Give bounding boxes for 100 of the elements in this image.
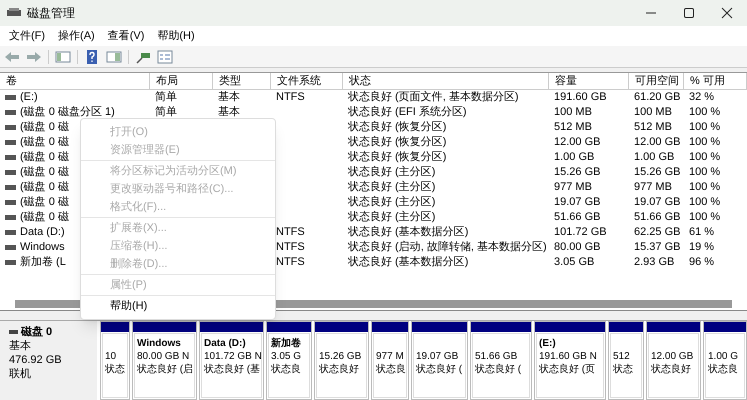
partition-detail: 状态良好 (启 — [137, 363, 194, 376]
window-title: 磁盘管理 — [27, 5, 75, 22]
partition-block[interactable]: Windows 80.00 GB N 状态良好 (启 — [132, 321, 197, 400]
table-cell-text: 状态良好 (恢复分区) — [348, 120, 446, 136]
maximize-icon[interactable] — [683, 7, 695, 19]
table-cell-text: NTFS — [276, 90, 305, 106]
table-cell-text: 3.05 GB — [554, 255, 594, 270]
column-header[interactable]: % 可用 — [684, 73, 747, 90]
partition-block[interactable]: 新加卷 3.05 G 状态良 — [266, 321, 312, 400]
table-cell-text: 62.25 GB — [634, 225, 680, 240]
table-cell-text: Windows — [20, 240, 65, 256]
table-cell-text: 状态良好 (主分区) — [348, 164, 436, 180]
partition-detail: 80.00 GB N — [137, 350, 190, 363]
help-icon[interactable] — [84, 48, 100, 64]
partition-detail: 状态 — [613, 363, 634, 376]
partition-title: 新加卷 — [271, 337, 302, 350]
disk-management-icon — [7, 8, 21, 18]
menu-item[interactable]: 操作(A) — [58, 28, 95, 44]
partition-detail: 19.07 GB — [416, 350, 460, 363]
partition-header-bar — [704, 322, 746, 332]
partition-block[interactable]: 15.26 GB 状态良好 — [314, 321, 369, 400]
partition-block[interactable]: 12.00 GB 状态良好 — [646, 321, 701, 400]
partition-detail: 12.00 GB — [651, 350, 694, 363]
column-header[interactable]: 状态 — [343, 73, 549, 90]
partition-header-bar — [133, 322, 196, 332]
menu-item[interactable]: 查看(V) — [108, 28, 144, 44]
partition-detail: 状态 — [105, 363, 126, 376]
table-cell-text: 100 % — [689, 195, 720, 210]
partition-block[interactable]: 10 状态 — [100, 321, 130, 400]
panel-icon[interactable] — [106, 48, 122, 64]
partition-detail: 状态良好 ( — [475, 363, 522, 376]
table-cell-text: 977 MB — [634, 180, 672, 196]
table-cell-text: 19.07 GB — [634, 195, 680, 210]
table-cell-text: 100 MB — [634, 105, 672, 120]
partition-detail: 状态良好 (页 — [539, 363, 596, 376]
partition-block[interactable]: 977 M 状态良 — [371, 321, 409, 400]
table-cell-text: (磁盘 0 磁 — [20, 195, 69, 210]
table-cell-text: 51.66 GB — [554, 210, 600, 226]
table-cell-text: 基本 — [218, 105, 240, 120]
table-cell-text: 新加卷 (L — [20, 254, 66, 270]
table-cell-text: 状态良好 (主分区) — [348, 210, 436, 226]
disk-size: 476.92 GB — [9, 353, 63, 367]
disk-name: 磁盘 0 — [21, 325, 52, 339]
column-header[interactable]: 布局 — [150, 73, 213, 90]
column-header[interactable]: 可用空间 — [629, 73, 684, 90]
panel-icon[interactable] — [55, 48, 71, 64]
partition-block[interactable]: 512 状态 — [608, 321, 644, 400]
drive-icon — [5, 95, 16, 100]
close-icon[interactable] — [721, 7, 733, 19]
menu-item[interactable]: 帮助(H) — [81, 297, 275, 315]
partition-detail: 977 M — [376, 350, 405, 363]
partition-block[interactable]: 1.00 G 状态良 — [703, 321, 747, 400]
table-cell-text: 2.93 GB — [634, 255, 674, 270]
table-cell-text: 61 % — [689, 225, 714, 240]
partition-block[interactable]: 19.07 GB 状态良好 ( — [411, 321, 468, 400]
menu-item[interactable]: 文件(F) — [9, 28, 46, 44]
table-cell-text: 12.00 GB — [634, 135, 680, 150]
table-cell-text: NTFS — [276, 225, 305, 240]
partition-block[interactable]: 51.66 GB 状态良好 ( — [470, 321, 532, 400]
partition-header-bar — [372, 322, 408, 332]
disk-type: 基本 — [9, 339, 32, 353]
table-cell-text: (磁盘 0 磁 — [20, 210, 69, 226]
partition-header-bar — [471, 322, 531, 332]
table-cell-text: 100 % — [689, 180, 720, 196]
partition-detail: 512 — [613, 350, 631, 363]
drive-icon — [5, 230, 16, 235]
table-cell-text: 状态良好 (EFI 系统分区) — [348, 104, 467, 120]
table-cell-text: NTFS — [276, 240, 305, 256]
column-header[interactable]: 文件系统 — [271, 73, 343, 90]
table-cell-text: 100 MB — [554, 105, 592, 120]
drive-icon — [5, 155, 16, 160]
table-cell-text: (磁盘 0 磁 — [20, 150, 69, 166]
column-header[interactable]: 类型 — [213, 73, 271, 90]
column-header[interactable]: 容量 — [549, 73, 629, 90]
partition-header-bar — [267, 322, 311, 332]
partition-block[interactable]: (E:) 191.60 GB N 状态良好 (页 — [534, 321, 606, 400]
partition-title: (E:) — [539, 337, 557, 350]
partition-header-bar — [101, 322, 129, 332]
partition-detail: 10 — [105, 350, 118, 363]
table-cell-text: (磁盘 0 磁盘分区 1) — [20, 105, 115, 120]
drive-icon — [5, 245, 16, 250]
table-cell-text: 状态良好 (页面文件, 基本数据分区) — [348, 90, 518, 106]
list-icon[interactable] — [157, 48, 173, 64]
menu-item[interactable]: 帮助(H) — [157, 28, 195, 44]
partition-block[interactable]: Data (D:) 101.72 GB N 状态良好 (基 — [199, 321, 264, 400]
partition-detail: 状态良好 ( — [416, 363, 464, 376]
drive-icon — [5, 200, 16, 205]
table-cell-text: 100 % — [689, 165, 720, 180]
partition-detail: 15.26 GB — [319, 350, 362, 363]
table-cell-text: 1.00 GB — [634, 150, 674, 166]
partition-title: Data (D:) — [204, 337, 247, 350]
partition-detail: 状态良好 (基 — [204, 363, 261, 376]
table-cell-text: 状态良好 (主分区) — [348, 194, 436, 210]
column-header[interactable]: 卷 — [0, 73, 150, 90]
drive-icon — [5, 110, 16, 115]
partition-detail: 3.05 G — [271, 350, 302, 363]
table-cell-text: 61.20 GB — [634, 90, 680, 106]
table-cell-text: 12.00 GB — [554, 135, 600, 150]
partition-header-bar — [412, 322, 467, 332]
drive-icon — [5, 185, 16, 190]
